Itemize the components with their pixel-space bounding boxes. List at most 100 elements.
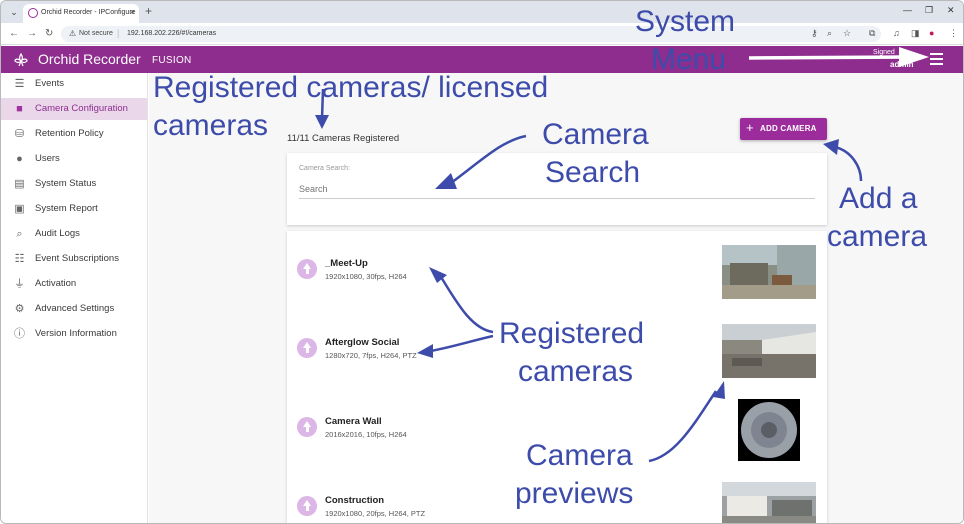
bookmark-star-icon[interactable]: ☆ — [843, 28, 851, 39]
sidebar-item-retention-policy[interactable]: ⛁ Retention Policy — [1, 123, 147, 145]
forward-icon[interactable]: → — [27, 28, 37, 39]
audit-logs-icon: ⌕ — [16, 228, 23, 240]
sidebar-item-label: Users — [35, 153, 60, 164]
annotation-registered-licensed: Registered cameras/ licensed — [153, 71, 549, 104]
camera-preview-image[interactable] — [722, 324, 816, 378]
camera-specs: 2016x2016, 10fps, H264 — [325, 430, 407, 439]
back-icon[interactable]: ← — [9, 28, 19, 39]
extensions-icon[interactable]: ⧉ — [869, 28, 875, 39]
system-status-icon: ▤ — [14, 178, 25, 190]
url-text: 192.168.202.226/#!/cameras — [127, 30, 217, 37]
camera-count: 11/11 Cameras Registered — [287, 133, 400, 144]
signed-in-label: Signed — [873, 49, 895, 56]
warning-icon: ⚠ — [69, 29, 77, 38]
sidebar-item-label: Retention Policy — [35, 128, 104, 139]
browser-tab[interactable]: Orchid Recorder - IPConfigure × — [23, 4, 139, 23]
sidebar-item-label: Events — [35, 78, 65, 89]
sidebar-item-audit-logs[interactable]: ⌕ Audit Logs — [1, 223, 147, 245]
annotation-registered-cameras: Registered — [499, 317, 645, 350]
annotation-camera-search: Search — [545, 156, 641, 189]
user-icon: ● — [16, 153, 23, 165]
system-menu-icon[interactable] — [930, 53, 943, 65]
sidebar-item-label: Event Subscriptions — [35, 253, 119, 264]
sidebar-item-label: Version Information — [35, 328, 117, 339]
camera-name[interactable]: Camera Wall — [325, 416, 382, 427]
camera-preview-image[interactable] — [722, 245, 816, 299]
sidebar-item-system-status[interactable]: ▤ System Status — [1, 173, 147, 195]
camera-preview-image[interactable] — [722, 399, 816, 461]
tab-title: Orchid Recorder - IPConfigure — [41, 9, 136, 16]
camera-preview-image[interactable] — [722, 482, 816, 524]
tab-search-icon[interactable]: ⌄ — [7, 5, 21, 19]
add-camera-button[interactable]: + ADD CAMERA — [740, 118, 827, 140]
annotation-registered-cameras: cameras — [518, 355, 634, 388]
restore-icon[interactable]: ❐ — [925, 5, 933, 16]
url-divider: | — [117, 28, 120, 38]
sidebar-item-version-information[interactable]: ⓘ Version Information — [1, 323, 147, 345]
camera-specs: 1280x720, 7fps, H264, PTZ — [325, 351, 417, 360]
minimize-icon[interactable]: — — [903, 5, 912, 15]
profile-avatar-icon[interactable]: ● — [929, 28, 934, 38]
annotation-camera-search: Camera — [542, 118, 649, 151]
camera-status-icon — [297, 417, 317, 437]
not-secure-label: Not secure — [79, 30, 113, 37]
sidebar-item-event-subscriptions[interactable]: ☷ Event Subscriptions — [1, 248, 147, 270]
sidebar-item-label: System Status — [35, 178, 97, 189]
browser-address-bar: ← → ↻ ⚠ Not secure | 192.168.202.226/#!/… — [1, 23, 963, 45]
screenshot-frame: ⌄ Orchid Recorder - IPConfigure × + — ❐ … — [0, 0, 964, 524]
sidebar-item-advanced-settings[interactable]: ⚙ Advanced Settings — [1, 298, 147, 320]
annotation-add-camera: camera — [827, 220, 928, 253]
plug-icon: ⏚ — [14, 278, 25, 290]
camera-specs: 1920x1080, 30fps, H264 — [325, 272, 407, 281]
sidebar-item-label: Advanced Settings — [35, 303, 115, 314]
key-icon[interactable]: ⚷ — [811, 28, 818, 39]
report-icon: ▣ — [14, 203, 25, 215]
sidebar-item-system-report[interactable]: ▣ System Report — [1, 198, 147, 220]
camera-search-label: Camera Search: — [299, 165, 350, 172]
sidebar-item-label: Camera Configuration — [35, 103, 128, 114]
sidebar-item-label: Activation — [35, 278, 77, 289]
events-icon: ☰ — [14, 78, 25, 90]
zoom-icon[interactable]: ⌕ — [827, 28, 832, 39]
camera-name[interactable]: Construction — [325, 495, 384, 506]
camera-name[interactable]: Afterglow Social — [325, 337, 399, 348]
sidebar-item-camera-configuration[interactable]: ■ Camera Configuration — [1, 98, 147, 120]
orchid-favicon-icon — [28, 8, 38, 18]
reload-icon[interactable]: ↻ — [45, 28, 53, 39]
tab-close-icon[interactable]: × — [130, 7, 135, 17]
annotation-system-menu: Menu — [651, 43, 727, 76]
sidebar-item-label: Audit Logs — [35, 228, 80, 239]
camera-row[interactable]: _Meet-Up 1920x1080, 30fps, H264 — [287, 231, 827, 309]
annotation-camera-previews: Camera — [526, 439, 633, 472]
sidebar-nav: ☰ Events ■ Camera Configuration ⛁ Retent… — [1, 73, 148, 523]
browser-tab-bar: ⌄ Orchid Recorder - IPConfigure × + — ❐ … — [1, 1, 963, 23]
window-close-icon[interactable]: ✕ — [947, 5, 955, 16]
browser-menu-icon[interactable]: ⋮ — [949, 28, 958, 39]
url-field[interactable]: ⚠ Not secure | 192.168.202.226/#!/camera… — [61, 26, 881, 42]
annotation-add-camera: Add a — [839, 182, 918, 215]
annotation-registered-licensed: cameras — [153, 109, 269, 142]
sidebar-item-activation[interactable]: ⏚ Activation — [1, 273, 147, 295]
gears-icon: ⚙ — [14, 303, 25, 315]
side-panel-icon[interactable]: ◨ — [911, 28, 920, 39]
annotation-system-menu: System — [635, 5, 736, 38]
sidebar-item-users[interactable]: ● Users — [1, 148, 147, 170]
sidebar-item-events[interactable]: ☰ Events — [1, 73, 147, 95]
subscriptions-icon: ☷ — [14, 253, 25, 265]
camera-specs: 1920x1080, 20fps, H264, PTZ — [325, 509, 426, 518]
camera-status-icon — [297, 259, 317, 279]
app-name: Orchid Recorder — [38, 51, 141, 67]
plus-icon: + — [746, 120, 754, 135]
info-icon: ⓘ — [14, 328, 25, 340]
new-tab-icon[interactable]: + — [145, 4, 152, 18]
orchid-logo-icon — [14, 52, 28, 67]
add-camera-label: ADD CAMERA — [760, 124, 817, 133]
database-icon: ⛁ — [14, 128, 25, 140]
media-icon[interactable]: ♫ — [893, 28, 900, 38]
camera-status-icon — [297, 496, 317, 516]
signed-in-user[interactable]: admin — [890, 60, 914, 69]
camera-status-icon — [297, 338, 317, 358]
annotation-camera-previews: previews — [515, 477, 634, 510]
video-camera-icon: ■ — [16, 103, 23, 115]
camera-name[interactable]: _Meet-Up — [325, 258, 368, 269]
